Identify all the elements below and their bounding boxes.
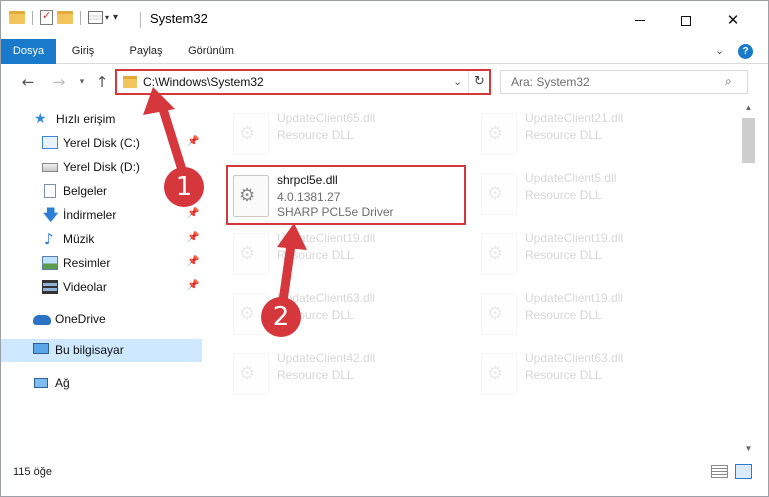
item-count: 115 öğe <box>13 466 52 478</box>
arrow-1-shaft <box>158 104 188 178</box>
arrow-1-head <box>143 87 175 115</box>
tiles-view-icon[interactable] <box>735 464 752 479</box>
explorer-window: ▾ ▾ System32 ✕ Dosya Giriş Paylaş Görünü… <box>0 0 769 497</box>
status-bar: 115 öğe <box>1 457 768 496</box>
arrow-2-shaft <box>278 240 296 306</box>
annotation-arrows <box>143 87 307 306</box>
step-2-badge: 2 <box>261 297 301 337</box>
step-1-badge: 1 <box>164 167 204 207</box>
details-view-icon[interactable] <box>711 465 728 478</box>
arrow-2-head <box>277 223 307 250</box>
